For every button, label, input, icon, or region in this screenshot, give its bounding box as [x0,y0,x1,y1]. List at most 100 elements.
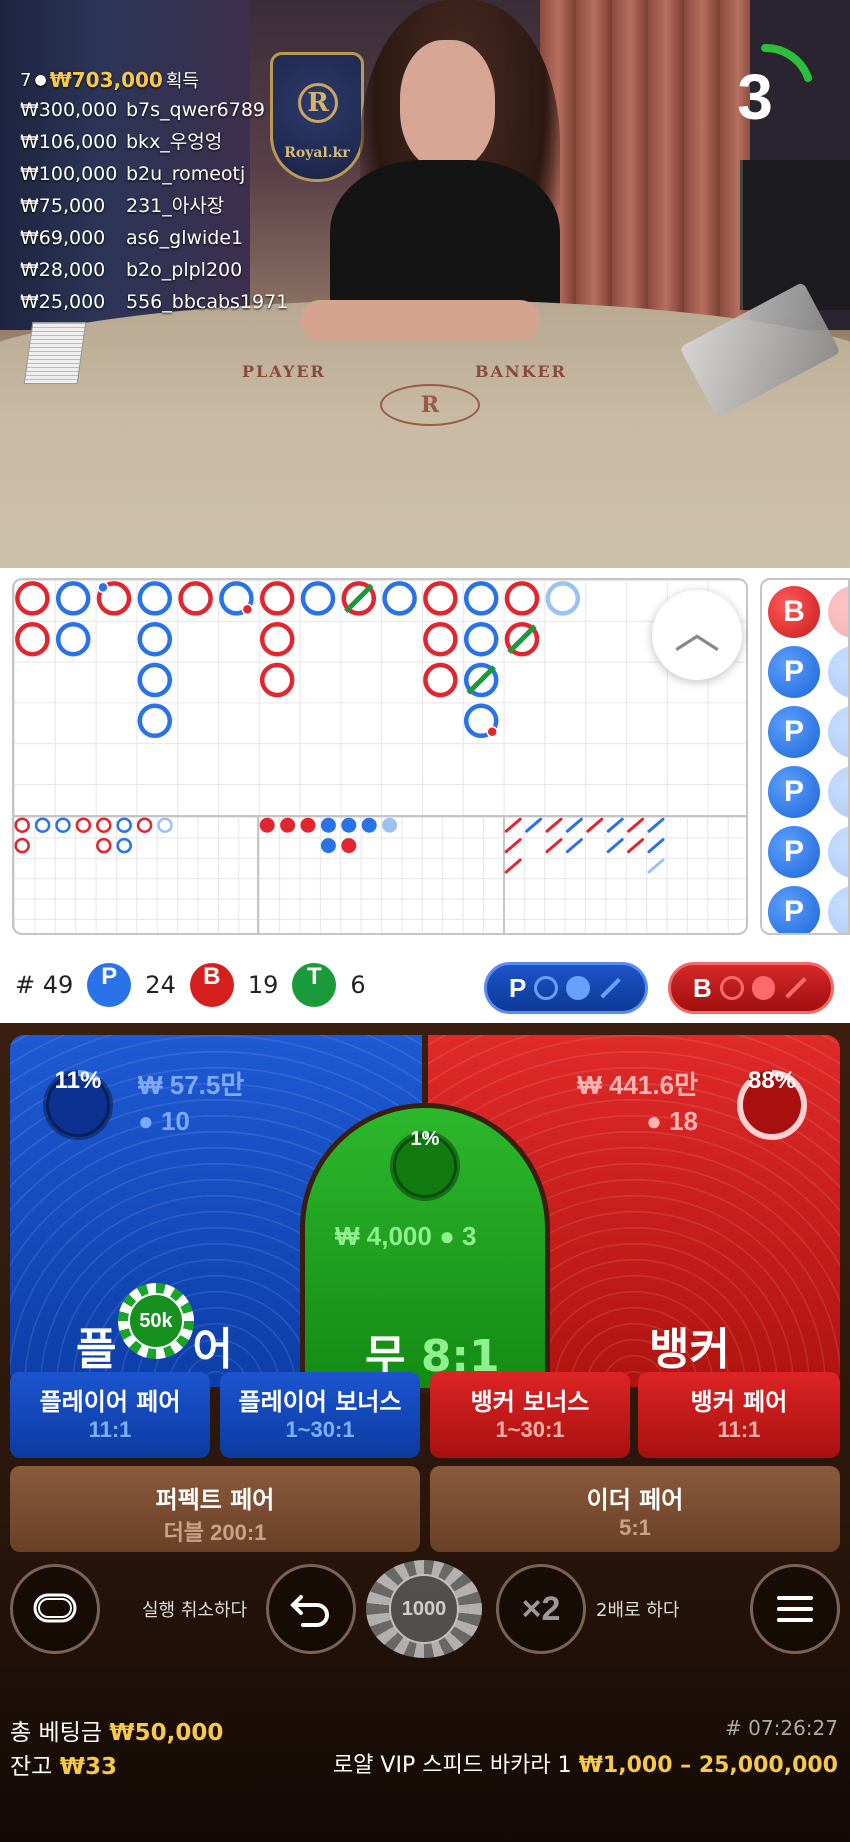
placed-chip-50k[interactable]: 50k [118,1283,194,1359]
big-eye-mark [157,817,173,833]
tie-bet-zone[interactable]: 1% ₩ 4,000 ● 3 무 8:1 [300,1103,550,1393]
selected-chip-1000[interactable]: 1000 [366,1560,482,1658]
double-button[interactable]: ×2 [496,1564,586,1654]
banker-mark [504,581,540,616]
balance-value: ₩33 [59,1754,118,1780]
bead-road-ball: P [768,826,820,878]
cockroach-mark [545,817,563,833]
small-road-mark [300,817,316,833]
chat-button[interactable] [10,1564,100,1654]
pair-dot [486,726,498,738]
rounds-count: 49 [42,971,74,999]
player-pair-bet[interactable]: 플레이어 페어 11:1 [10,1372,210,1458]
slash-icon [599,977,621,999]
discard-stack [23,322,87,384]
cockroach-mark [647,838,665,854]
banker-bonus-bet[interactable]: 뱅커 보너스 1~30:1 [430,1372,630,1458]
wide-bet-title: 퍼펙트 페어 [155,1486,275,1514]
round-stats: # 49 P 24 B 19 T 6 [15,960,366,1010]
solid-circle-icon [751,976,776,1000]
banker-mark [423,621,458,657]
cockroach-mark [504,858,522,874]
big-eye-mark [116,817,132,833]
cockroach-mark [565,838,583,854]
big-eye-mark [75,817,92,833]
big-eye-mark [55,817,71,833]
small-road-mark [259,817,275,833]
banker-mark [178,581,213,616]
big-eye-mark [14,837,30,854]
player-bonus-bet[interactable]: 플레이어 보너스 1~30:1 [220,1372,420,1458]
perfect-pair-bet[interactable]: 퍼펙트 페어 더블 200:1 [10,1466,420,1552]
banker-bet-amount: ₩ 441.6만 [577,1070,698,1100]
player-mark [137,703,173,739]
banker-wins-badge: B [189,963,234,1007]
big-eye-mark [14,817,30,833]
big-eye-mark [34,817,51,833]
bead-road-ball: B [768,586,820,638]
player-wins-badge: P [87,963,132,1007]
banker-mark [15,581,50,616]
total-bet-value: ₩50,000 [109,1720,224,1746]
chip-value: 1000 [389,1574,459,1644]
player-mark [382,581,417,616]
expand-roadmap-button[interactable]: ︿ [652,590,742,680]
either-pair-bet[interactable]: 이더 페어 5:1 [430,1466,840,1552]
cockroach-mark [627,838,645,854]
live-video-feed: R Royal.kr PLAYER BANKER R 7 ● ₩703,000 … [0,0,850,568]
banker-mark [423,581,458,616]
cockroach-mark [545,838,563,854]
round-id: # 07:26:27 [725,1716,838,1740]
small-road-mark [382,817,398,833]
roadmap-panel[interactable]: ︿ BPPPPP # 49 P 24 B 19 T 6 P B [0,568,850,1023]
table-label-banker: BANKER [475,362,567,381]
winner-amount: ₩28,000 [20,259,106,281]
table-name: 로얄 VIP 스피드 바카라 1 [332,1753,572,1778]
player-mark [137,621,173,657]
undo-label: 실행 취소하다 [142,1600,248,1621]
slash-icon [785,977,807,999]
player-pct: 11% [54,1067,102,1094]
person-icon: ● [439,1221,455,1251]
side-bet-odds: 1~30:1 [495,1417,565,1442]
winner-amount: ₩106,000 [20,131,118,153]
wide-bet-odds: 5:1 [619,1515,651,1540]
winner-user: b7s_qwer6789 [126,99,266,121]
tie-count-badge: T [292,963,337,1007]
winner-amount: ₩100,000 [20,163,118,185]
countdown-timer: 3 [710,38,820,148]
hash-symbol: # [15,971,36,999]
winners-total: ₩703,000 [49,68,163,92]
winner-user: 556_bbcabs1971 [126,291,289,313]
side-bet-title: 플레이어 페어 [39,1388,181,1416]
bead-road-ball-partial [828,826,848,878]
winner-amount: ₩75,000 [20,195,106,217]
winners-list: 7 ● ₩703,000 획득 ₩300,000 b7s_qwer6789 ₩106… [20,66,288,318]
menu-button[interactable] [750,1564,840,1654]
bead-road[interactable]: BPPPPP [760,578,850,935]
winner-row: ₩28,000 b2o_plpl200 [20,254,288,286]
player-mark [55,621,91,657]
pair-dot [97,581,109,594]
small-road-mark [341,838,357,854]
tie-bettors: 3 [462,1221,477,1251]
hamburger-icon [777,1596,813,1622]
person-icon: ● [646,1106,662,1136]
winners-label: 획득 [165,71,199,92]
small-road-mark [361,817,377,833]
winner-user: bkx_우엉엉 [126,131,223,153]
winner-user: b2o_plpl200 [126,259,243,281]
player-predict-button[interactable]: P [484,962,648,1014]
undo-button[interactable] [266,1564,356,1654]
side-bet-title: 플레이어 보너스 [238,1388,402,1416]
banker-predict-button[interactable]: B [668,962,834,1014]
bead-road-ball: P [768,646,820,698]
banker-pair-bet[interactable]: 뱅커 페어 11:1 [638,1372,840,1458]
balance: 잔고 ₩33 [10,1747,117,1781]
tie-count: 6 [350,971,366,999]
banker-wins-count: 19 [247,971,279,999]
solid-circle-icon [565,976,590,1000]
table-label-player: PLAYER [242,362,326,381]
bead-road-ball-partial [828,766,848,818]
winner-row: ₩75,000 231_아사장 [20,190,288,222]
